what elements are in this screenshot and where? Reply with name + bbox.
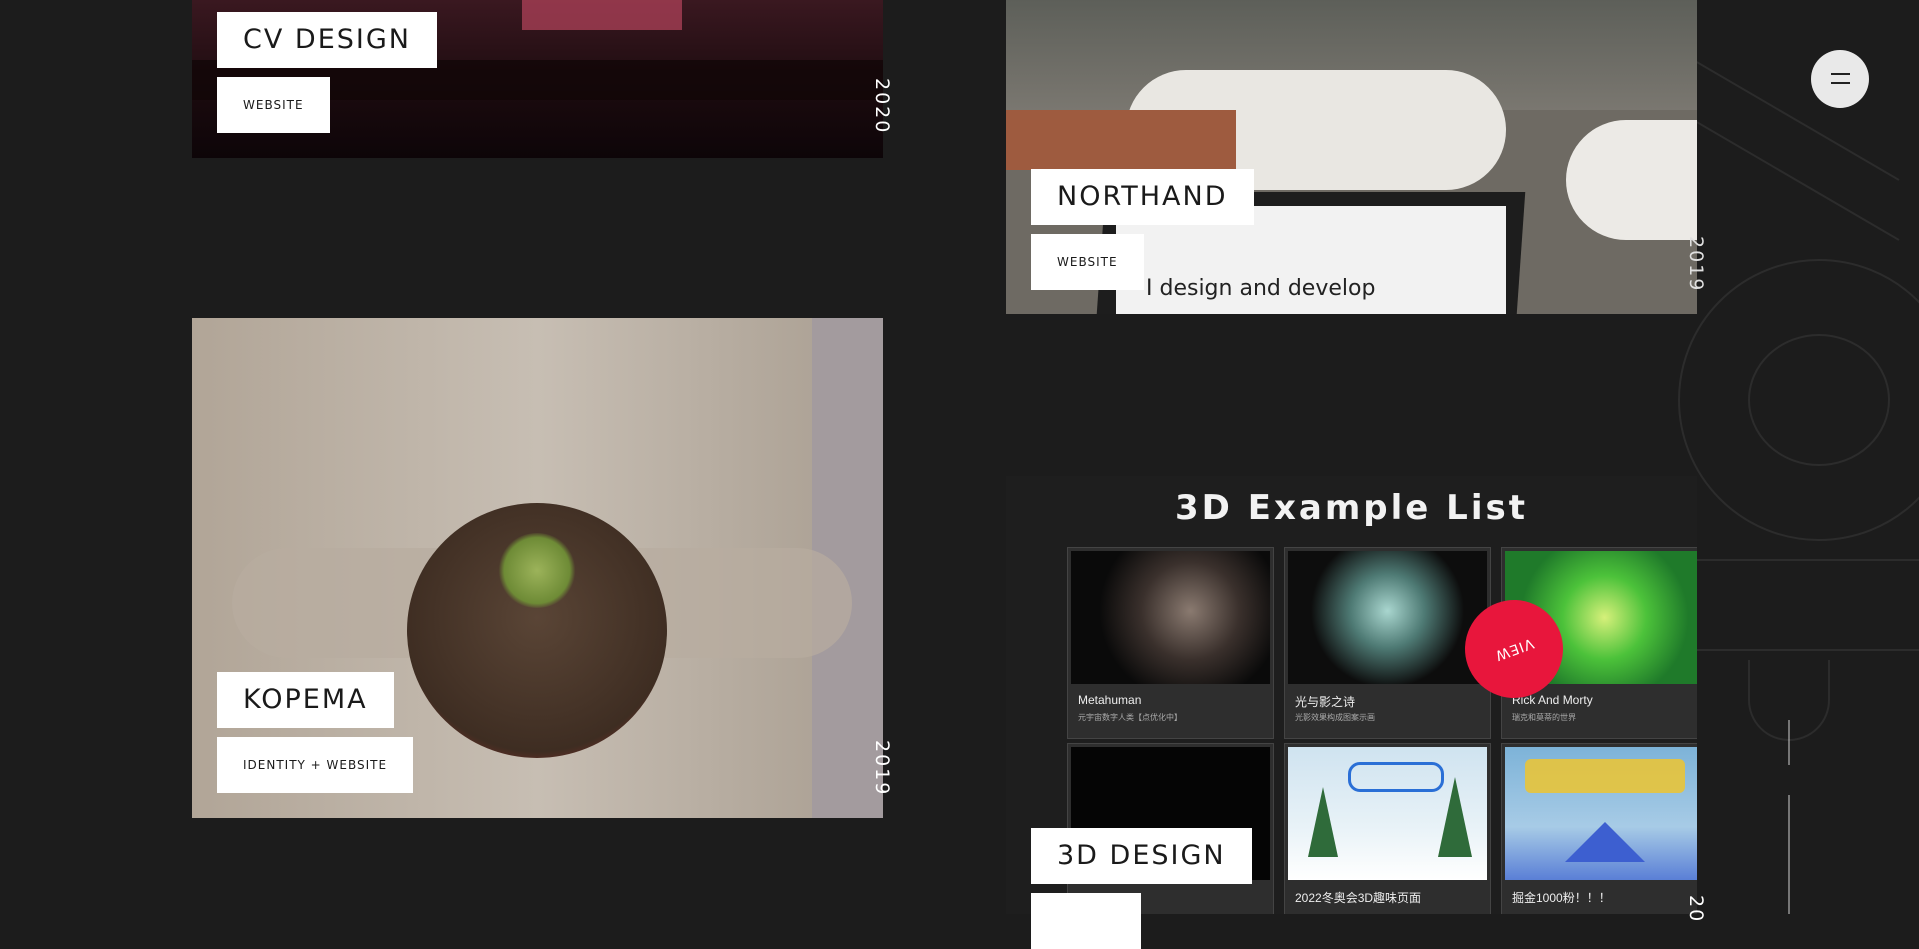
- project-category: WEBSITE: [1031, 234, 1144, 290]
- project-title: CV DESIGN: [217, 12, 437, 68]
- project-title: NORTHAND: [1031, 169, 1254, 225]
- project-year: 2020: [871, 78, 893, 135]
- example-tile[interactable]: Metahuman 元宇宙数字人类【点优化中】: [1067, 547, 1274, 739]
- hamburger-icon: [1831, 73, 1850, 75]
- project-year: 20: [1685, 895, 1707, 924]
- tile-name: 2022冬奥会3D趣味页面: [1295, 891, 1422, 905]
- example-list-heading: 3D Example List: [1175, 488, 1528, 528]
- example-tile[interactable]: 掘金1000粉！！！: [1501, 743, 1697, 914]
- hamburger-icon: [1831, 82, 1850, 84]
- project-category: [1031, 893, 1141, 949]
- project-title: KOPEMA: [217, 672, 394, 728]
- tile-description: 瑞克和莫蒂的世界: [1512, 713, 1576, 722]
- project-title: 3D DESIGN: [1031, 828, 1252, 884]
- laptop-screen-text: I design and develop: [1146, 276, 1376, 301]
- project-category: IDENTITY + WEBSITE: [217, 737, 414, 793]
- menu-button[interactable]: [1811, 50, 1869, 108]
- project-year: 2019: [871, 740, 893, 797]
- tile-name: 掘金1000粉！！！: [1512, 891, 1611, 905]
- tile-thumbnail: [1071, 551, 1270, 684]
- project-category: WEBSITE: [217, 77, 330, 133]
- tile-thumbnail: [1505, 747, 1697, 880]
- example-tile[interactable]: 2022冬奥会3D趣味页面: [1284, 743, 1491, 914]
- tile-description: 元宇宙数字人类【点优化中】: [1078, 713, 1182, 722]
- tile-description: 光影效果构成图案示画: [1295, 713, 1375, 722]
- tile-thumbnail: [1288, 747, 1487, 880]
- tile-thumbnail: [1288, 551, 1487, 684]
- tile-name: 光与影之诗: [1295, 695, 1356, 709]
- tile-name: Metahuman: [1078, 693, 1142, 707]
- project-year: 2019: [1685, 236, 1707, 293]
- example-tile[interactable]: 光与影之诗 光影效果构成图案示画: [1284, 547, 1491, 739]
